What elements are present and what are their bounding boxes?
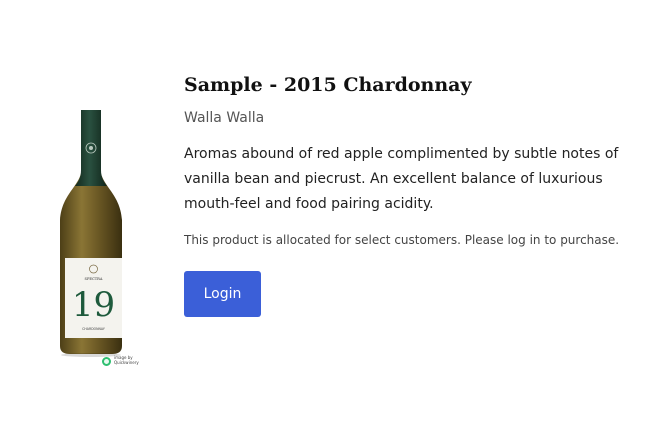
product-image: SPECTRA 19 CHARDONNAY [52,108,152,370]
bottle-number-text: 19 [72,285,115,325]
product-details: Sample - 2015 Chardonnay Walla Walla Aro… [184,70,644,317]
bottle-brand-text: SPECTRA [85,277,103,281]
product-region: Walla Walla [184,110,265,126]
allocation-notice: This product is allocated for select cus… [184,233,620,247]
image-credit-badge: image by Quickwinery [102,354,139,368]
product-description: Aromas abound of red apple complimented … [184,146,619,212]
login-button[interactable]: Login [184,271,261,317]
quickwinery-logo-icon [102,356,111,366]
product-title: Sample - 2015 Chardonnay [184,74,472,96]
image-credit-line2: Quickwinery [114,360,139,365]
bottle-varietal-text: CHARDONNAY [82,327,105,331]
